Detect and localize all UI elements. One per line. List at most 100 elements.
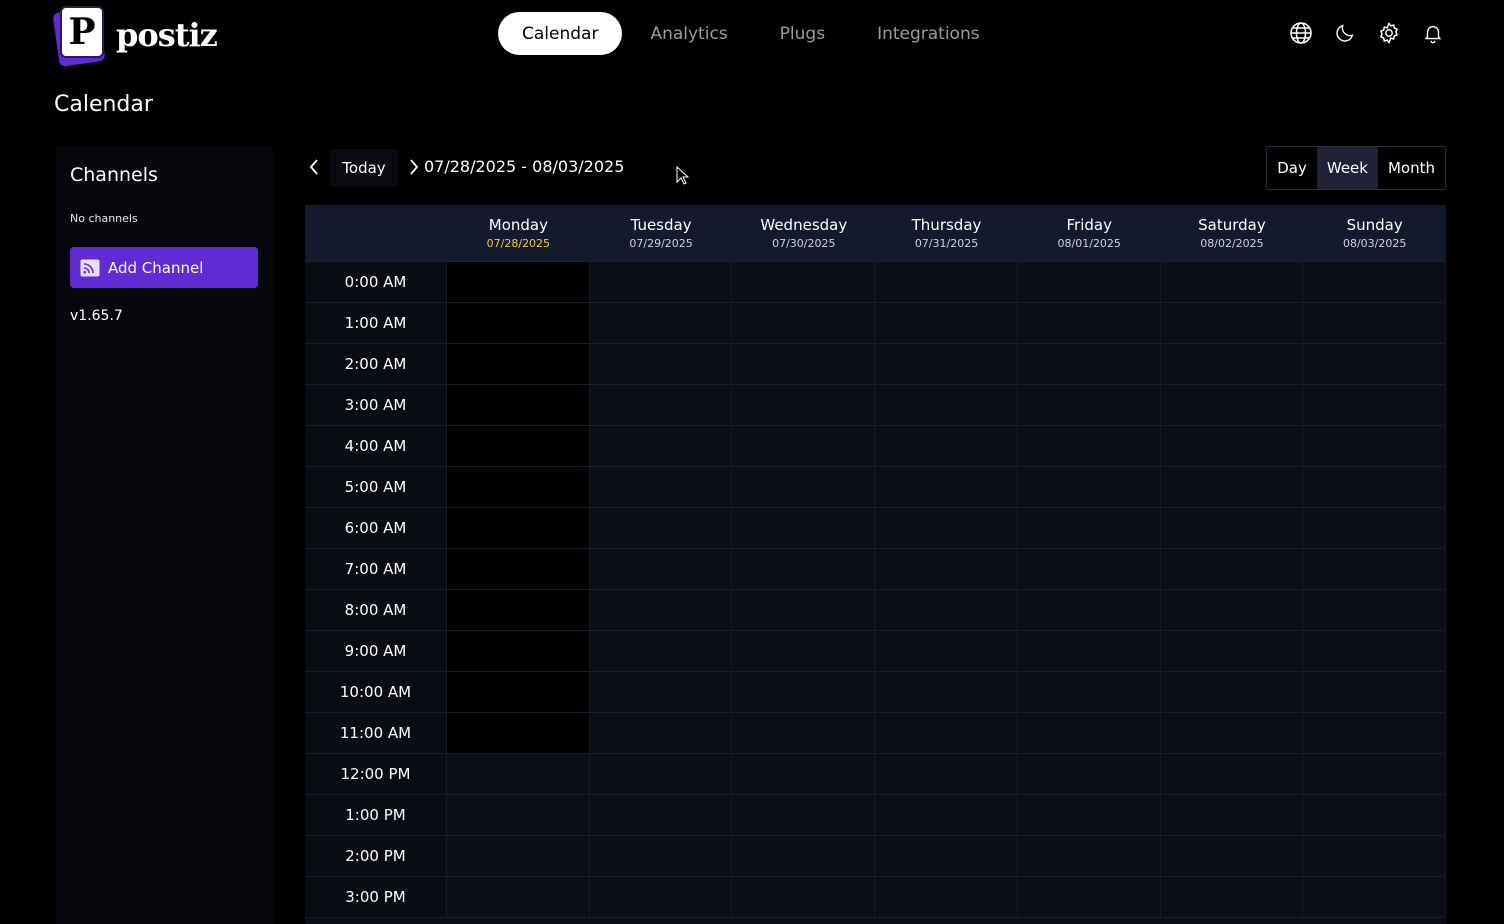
time-slot[interactable]	[589, 877, 733, 917]
time-slot[interactable]	[447, 426, 590, 466]
time-slot[interactable]	[1303, 549, 1446, 589]
time-slot[interactable]	[732, 549, 876, 589]
time-slot[interactable]	[589, 795, 733, 835]
time-slot[interactable]	[447, 467, 590, 507]
time-slot[interactable]	[1303, 795, 1446, 835]
time-slot[interactable]	[1160, 590, 1304, 630]
time-slot[interactable]	[1303, 754, 1446, 794]
view-day-button[interactable]: Day	[1267, 147, 1317, 189]
time-slot[interactable]	[875, 508, 1018, 548]
time-slot[interactable]	[589, 262, 733, 302]
time-slot[interactable]	[1303, 303, 1446, 343]
time-slot[interactable]	[1303, 508, 1446, 548]
time-slot[interactable]	[1303, 672, 1446, 712]
globe-icon[interactable]	[1288, 20, 1314, 46]
time-slot[interactable]	[875, 795, 1018, 835]
time-slot[interactable]	[447, 549, 590, 589]
time-slot[interactable]	[589, 672, 733, 712]
nav-item-calendar[interactable]: Calendar	[498, 12, 623, 55]
time-slot[interactable]	[875, 590, 1018, 630]
time-slot[interactable]	[447, 385, 590, 425]
time-slot[interactable]	[447, 344, 590, 384]
time-slot[interactable]	[589, 713, 733, 753]
time-slot[interactable]	[447, 754, 590, 794]
time-slot[interactable]	[875, 426, 1018, 466]
time-slot[interactable]	[1017, 262, 1161, 302]
time-slot[interactable]	[1303, 344, 1446, 384]
time-slot[interactable]	[1017, 549, 1161, 589]
time-slot[interactable]	[732, 672, 876, 712]
time-slot[interactable]	[447, 631, 590, 671]
time-slot[interactable]	[1303, 426, 1446, 466]
time-slot[interactable]	[1017, 344, 1161, 384]
time-slot[interactable]	[447, 713, 590, 753]
time-slot[interactable]	[732, 631, 876, 671]
time-slot[interactable]	[589, 549, 733, 589]
time-slot[interactable]	[589, 385, 733, 425]
time-slot[interactable]	[732, 877, 876, 917]
time-slot[interactable]	[1017, 303, 1161, 343]
time-slot[interactable]	[1160, 754, 1304, 794]
bell-icon[interactable]	[1420, 20, 1446, 46]
time-slot[interactable]	[1017, 754, 1161, 794]
time-slot[interactable]	[1160, 672, 1304, 712]
time-slot[interactable]	[732, 426, 876, 466]
time-slot[interactable]	[875, 877, 1018, 917]
time-slot[interactable]	[732, 795, 876, 835]
time-slot[interactable]	[447, 262, 590, 302]
time-slot[interactable]	[1160, 426, 1304, 466]
time-slot[interactable]	[875, 385, 1018, 425]
time-slot[interactable]	[875, 262, 1018, 302]
time-slot[interactable]	[875, 754, 1018, 794]
nav-item-plugs[interactable]: Plugs	[756, 12, 849, 55]
time-slot[interactable]	[1303, 262, 1446, 302]
time-slot[interactable]	[589, 836, 733, 876]
time-slot[interactable]	[732, 754, 876, 794]
time-slot[interactable]	[589, 508, 733, 548]
time-slot[interactable]	[1017, 467, 1161, 507]
time-slot[interactable]	[875, 344, 1018, 384]
time-slot[interactable]	[447, 795, 590, 835]
time-slot[interactable]	[1160, 795, 1304, 835]
time-slot[interactable]	[589, 426, 733, 466]
time-slot[interactable]	[732, 508, 876, 548]
time-slot[interactable]	[875, 467, 1018, 507]
time-slot[interactable]	[732, 344, 876, 384]
time-slot[interactable]	[589, 467, 733, 507]
time-slot[interactable]	[1160, 877, 1304, 917]
time-slot[interactable]	[1303, 385, 1446, 425]
view-week-button[interactable]: Week	[1316, 147, 1378, 189]
time-slot[interactable]	[1160, 713, 1304, 753]
time-slot[interactable]	[875, 672, 1018, 712]
add-channel-button[interactable]: Add Channel	[70, 247, 258, 288]
time-slot[interactable]	[732, 713, 876, 753]
time-slot[interactable]	[589, 303, 733, 343]
nav-item-analytics[interactable]: Analytics	[626, 12, 751, 55]
time-slot[interactable]	[1303, 467, 1446, 507]
time-slot[interactable]	[589, 631, 733, 671]
time-slot[interactable]	[1160, 508, 1304, 548]
time-slot[interactable]	[875, 303, 1018, 343]
time-slot[interactable]	[1017, 385, 1161, 425]
time-slot[interactable]	[447, 672, 590, 712]
time-slot[interactable]	[1303, 590, 1446, 630]
settings-icon[interactable]	[1376, 20, 1402, 46]
time-slot[interactable]	[1160, 836, 1304, 876]
time-slot[interactable]	[447, 303, 590, 343]
time-slot[interactable]	[732, 385, 876, 425]
time-slot[interactable]	[1017, 631, 1161, 671]
time-slot[interactable]	[1160, 344, 1304, 384]
time-slot[interactable]	[1160, 262, 1304, 302]
time-slot[interactable]	[589, 590, 733, 630]
time-slot[interactable]	[1303, 877, 1446, 917]
time-slot[interactable]	[447, 508, 590, 548]
time-slot[interactable]	[447, 877, 590, 917]
time-slot[interactable]	[1160, 467, 1304, 507]
time-slot[interactable]	[1017, 836, 1161, 876]
time-slot[interactable]	[1303, 836, 1446, 876]
time-slot[interactable]	[875, 836, 1018, 876]
time-slot[interactable]	[732, 590, 876, 630]
time-slot[interactable]	[1303, 713, 1446, 753]
time-slot[interactable]	[1160, 303, 1304, 343]
time-slot[interactable]	[447, 590, 590, 630]
